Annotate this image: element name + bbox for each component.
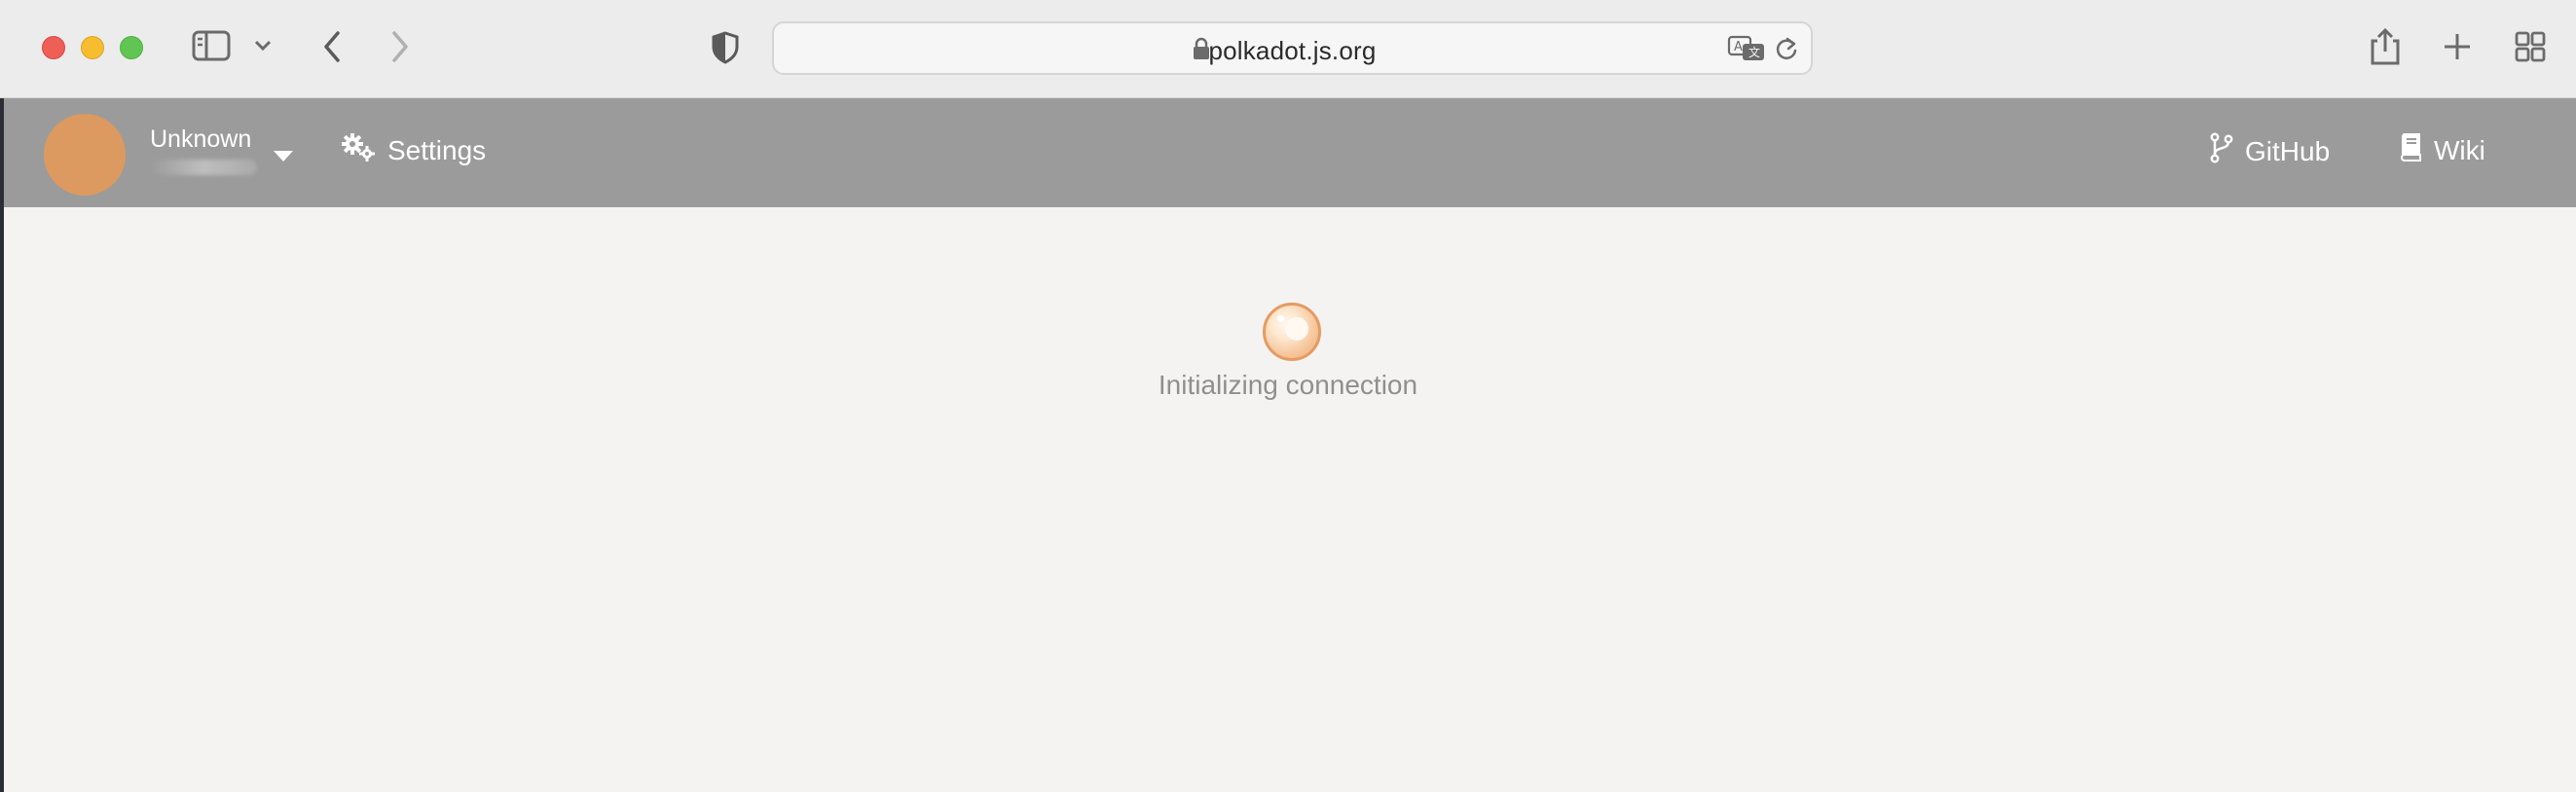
browser-toolbar: polkadot.js.org A文 — [0, 0, 2576, 98]
reload-icon[interactable] — [1774, 36, 1799, 66]
code-branch-icon — [2210, 132, 2233, 170]
forward-icon[interactable] — [389, 30, 411, 63]
shield-icon[interactable] — [711, 31, 740, 64]
tab-overview-icon[interactable] — [2515, 31, 2546, 62]
account-dropdown-caret-icon[interactable] — [274, 151, 293, 162]
loading-spinner-icon — [1263, 303, 1321, 361]
translate-icon[interactable]: A文 — [1727, 35, 1766, 67]
avatar[interactable] — [44, 114, 126, 196]
book-icon — [2399, 132, 2422, 168]
maximize-window-button[interactable] — [120, 36, 143, 59]
close-window-button[interactable] — [42, 36, 65, 59]
back-icon[interactable] — [321, 30, 343, 63]
wiki-label: Wiki — [2434, 134, 2485, 165]
status-message: Initializing connection — [1158, 370, 1418, 400]
app-header: Unknown Settings GitHub Wiki — [4, 98, 2576, 207]
sidebar-icon[interactable] — [192, 29, 233, 64]
url-text: polkadot.js.org — [1208, 36, 1377, 65]
wiki-link[interactable]: Wiki — [2399, 132, 2485, 168]
address-bar[interactable]: polkadot.js.org A文 — [772, 21, 1813, 75]
github-label: GitHub — [2245, 135, 2331, 166]
settings-link[interactable]: Settings — [341, 132, 486, 168]
github-link[interactable]: GitHub — [2210, 132, 2330, 170]
gears-icon — [341, 132, 376, 168]
svg-text:A: A — [1734, 40, 1743, 54]
account-address-blurred — [150, 160, 257, 175]
settings-label: Settings — [387, 134, 487, 165]
new-tab-icon[interactable] — [2443, 32, 2472, 61]
share-icon[interactable] — [2369, 27, 2402, 66]
minimize-window-button[interactable] — [81, 36, 104, 59]
account-name[interactable]: Unknown — [150, 126, 251, 154]
chevron-down-icon[interactable] — [253, 39, 273, 53]
svg-text:文: 文 — [1748, 45, 1760, 59]
